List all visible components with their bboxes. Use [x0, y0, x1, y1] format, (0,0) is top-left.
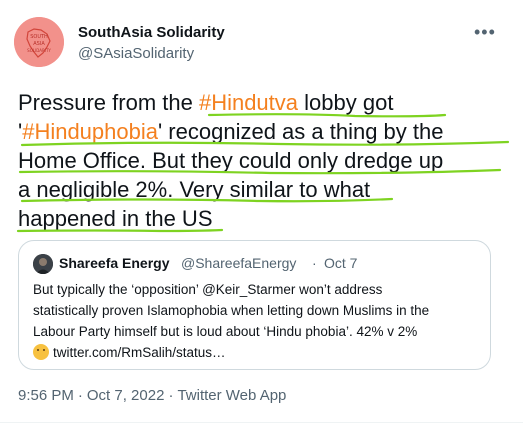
- tweet-line: '#Hinduphobia' recognized as a thing by …: [18, 119, 444, 144]
- quoted-tweet-card[interactable]: Shareefa Energy @ShareefaEnergy · Oct 7 …: [18, 240, 491, 370]
- author-name[interactable]: SouthAsia Solidarity: [78, 24, 225, 41]
- meta-separator: ·: [168, 387, 174, 404]
- tweet-date[interactable]: Oct 7, 2022: [87, 387, 165, 404]
- svg-text:SOUTH: SOUTH: [30, 34, 48, 40]
- quoted-author-avatar[interactable]: [33, 254, 53, 274]
- more-horizontal-icon[interactable]: •••: [474, 22, 496, 43]
- quoted-author-handle[interactable]: @ShareefaEnergy: [181, 255, 296, 271]
- quoted-text: But typically the ‘opposition’ @Keir_Sta…: [33, 279, 488, 363]
- tweet-line: happened in the US: [18, 206, 213, 231]
- tweet-time[interactable]: 9:56 PM: [18, 387, 74, 404]
- hashtag-link[interactable]: #Hindutva: [199, 90, 298, 115]
- meta-separator: ·: [77, 387, 83, 404]
- tweet-line: Home Office. But they could only dredge …: [18, 148, 444, 173]
- svg-text:SOLIDARITY: SOLIDARITY: [27, 48, 51, 53]
- author-avatar[interactable]: SOUTH ASIA SOLIDARITY: [14, 17, 64, 67]
- tweet-meta: 9:56 PM · Oct 7, 2022 · Twitter Web App: [18, 387, 286, 404]
- quoted-line: Labour Party himself but is loud about ‘…: [33, 324, 418, 339]
- thinking-face-emoji: [33, 344, 49, 360]
- hashtag-link[interactable]: #Hinduphobia: [22, 119, 158, 144]
- quoted-link[interactable]: twitter.com/RmSalih/status…: [53, 345, 226, 360]
- tweet-source[interactable]: Twitter Web App: [177, 387, 286, 404]
- quoted-avatar-image: [33, 254, 53, 274]
- avatar-logo: SOUTH ASIA SOLIDARITY: [14, 17, 64, 67]
- tweet-line: a negligible 2%. Very similar to what: [18, 177, 371, 202]
- quoted-author-name[interactable]: Shareefa Energy: [59, 255, 170, 271]
- tweet-text: Pressure from the #Hindutva lobby got '#…: [18, 88, 508, 233]
- quoted-line: twitter.com/RmSalih/status…: [33, 342, 488, 363]
- quoted-line: But typically the ‘opposition’ @Keir_Sta…: [33, 282, 383, 297]
- quoted-date[interactable]: Oct 7: [324, 255, 357, 271]
- tweet-line: Pressure from the #Hindutva lobby got: [18, 90, 394, 115]
- svg-text:ASIA: ASIA: [33, 41, 45, 47]
- author-handle[interactable]: @SAsiaSolidarity: [78, 45, 194, 62]
- quoted-line: statistically proven Islamophobia when l…: [33, 303, 430, 318]
- quoted-separator: ·: [312, 255, 317, 271]
